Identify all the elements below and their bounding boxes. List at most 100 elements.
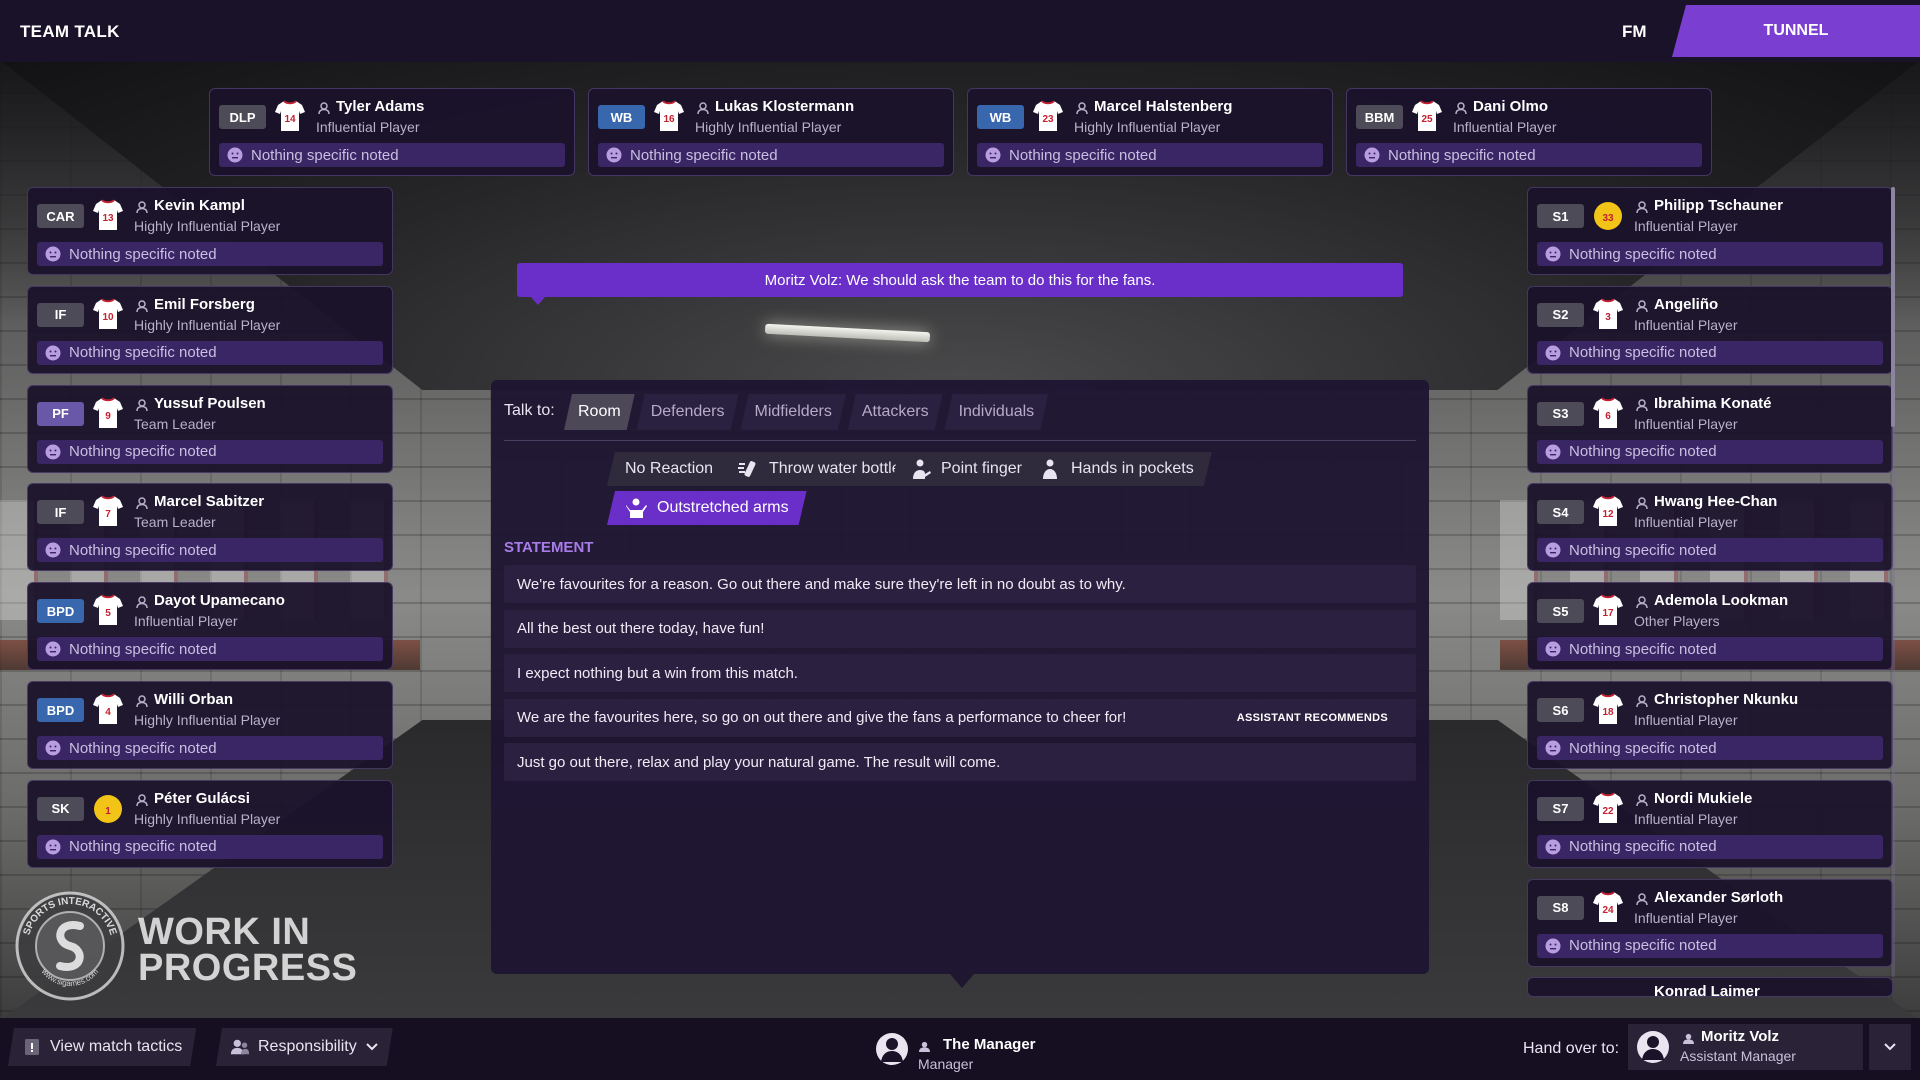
player-card[interactable]: BBM 25 Dani Olmo Influential Player Nothing … <box>1346 88 1712 176</box>
gesture-hands-in-pockets-button[interactable]: Hands in pockets <box>1021 452 1212 486</box>
gesture-point-finger-button[interactable]: Point finger <box>891 452 1040 486</box>
player-card[interactable]: PF 9 Yussuf Poulsen Team Leader Nothing spec… <box>27 384 393 473</box>
tab-defenders[interactable]: Defenders <box>637 394 739 430</box>
statement-option[interactable]: We're favourites for a reason. Go out th… <box>504 565 1416 603</box>
player-card[interactable]: WB 23 Marcel Halstenberg Highly Influential… <box>967 88 1333 176</box>
player-card[interactable]: S2 3 Angeliño Influential Player Nothing spe… <box>1527 285 1893 374</box>
responsibility-dropdown[interactable]: Responsibility <box>216 1028 393 1066</box>
player-card[interactable]: BPD 4 Willi Orban Highly Influential Player… <box>27 681 393 769</box>
person-icon <box>1636 300 1648 312</box>
shirt-number: 18 <box>1602 707 1614 718</box>
shirt: 10 <box>92 297 124 331</box>
neutral-face-icon <box>45 839 61 855</box>
person-icon <box>1636 892 1648 905</box>
player-card[interactable]: CAR 13 Kevin Kampl Highly Influential Playe… <box>27 187 393 275</box>
tab-individuals[interactable]: Individuals <box>945 394 1049 430</box>
person-icon <box>1636 596 1648 609</box>
player-influence: Influential Player <box>1634 316 1738 333</box>
shirt-number: 24 <box>1602 905 1614 916</box>
shirt: 7 <box>92 494 124 528</box>
shirt-icon: 4 <box>93 693 123 724</box>
neutral-face-icon <box>45 345 61 361</box>
person-icon <box>136 596 148 609</box>
shirt-number: 22 <box>1602 806 1614 817</box>
player-card[interactable]: IF 10 Emil Forsberg Highly Influential Play… <box>27 285 393 374</box>
tab-attackers[interactable]: Attackers <box>848 394 943 430</box>
gesture-label: Hands in pockets <box>1071 460 1194 477</box>
player-card[interactable]: S7 22 Nordi Mukiele Influential Player Nothi… <box>1527 779 1893 868</box>
player-reaction: Nothing specific noted <box>37 637 383 662</box>
gesture-throw-water-bottle-button[interactable]: Throw water bottle <box>719 452 919 486</box>
player-name: Lukas Klostermann <box>715 98 855 115</box>
tab-midfielders[interactable]: Midfielders <box>741 394 846 430</box>
player-card[interactable]: S3 6 Ibrahima Konaté Influential Player Noth… <box>1527 384 1893 473</box>
assistant-advice-banner: Moritz Volz: We should ask the team to d… <box>517 263 1403 305</box>
shirt-number: 7 <box>105 509 111 520</box>
shirt: 12 <box>1592 494 1624 528</box>
gesture-no-reaction-button[interactable]: No Reaction <box>607 452 731 486</box>
statement-option[interactable]: Just go out there, relax and play your n… <box>504 743 1416 782</box>
player-influence: Team Leader <box>134 415 216 432</box>
watermark-line-2: PROGRESS <box>138 947 358 989</box>
fm-logo: FM <box>1622 22 1647 41</box>
player-card[interactable]: S8 24 Alexander Sørloth Influential Player N… <box>1527 878 1893 967</box>
statement-option[interactable]: We are the favourites here, so go on out… <box>504 698 1416 737</box>
watermark-line-1: WORK IN <box>138 911 311 953</box>
player-reaction: Nothing specific noted <box>1537 439 1883 464</box>
shirt-icon: 13 <box>93 199 123 230</box>
gesture-label: Throw water bottle <box>769 460 901 477</box>
player-card[interactable]: BPD 5 Dayot Upamecano Influential Player Not… <box>27 582 393 671</box>
gesture-label: Point finger <box>941 460 1022 477</box>
player-reaction: Nothing specific noted <box>1537 538 1883 563</box>
position-badge: S6 <box>1537 698 1584 722</box>
tunnel-button[interactable]: TUNNEL <box>1672 5 1920 57</box>
position-badge: SK <box>37 796 84 821</box>
player-card[interactable]: Konrad Laimer <box>1527 977 1893 998</box>
player-card[interactable]: WB 16 Lukas Klostermann Highly Influential … <box>588 88 954 176</box>
player-card[interactable]: SK 1 Péter Gulácsi Highly Influential Playe… <box>27 779 393 868</box>
sports-interactive-logo: SPORTS INTERACTIVE www.sigames.com <box>15 891 125 1001</box>
player-card[interactable]: DLP 14 Tyler Adams Influential Player Nothin… <box>209 88 575 176</box>
scrollbar-thumb[interactable] <box>1891 187 1895 427</box>
point-finger-icon <box>909 458 931 480</box>
player-influence: Influential Player <box>1634 909 1738 926</box>
player-card[interactable]: S6 18 Christopher Nkunku Influential Player… <box>1527 681 1893 769</box>
person-icon <box>1636 695 1648 707</box>
shirt-icon: 22 <box>1593 792 1623 823</box>
player-reaction: Nothing specific noted <box>1537 933 1883 958</box>
player-influence: Highly Influential Player <box>695 119 842 135</box>
player-reaction: Nothing specific noted <box>37 439 383 464</box>
hand-over-selector[interactable]: Moritz Volz Assistant Manager <box>1628 1024 1863 1070</box>
shirt-number: 25 <box>1421 114 1433 125</box>
reaction-text: Nothing specific noted <box>1569 640 1717 658</box>
player-reaction: Nothing specific noted <box>37 834 383 859</box>
position-badge: S5 <box>1537 599 1584 624</box>
statement-option[interactable]: I expect nothing but a win from this mat… <box>504 654 1416 693</box>
neutral-face-icon <box>1364 147 1380 163</box>
player-card[interactable]: IF 7 Marcel Sabitzer Team Leader Nothing spe… <box>27 483 393 572</box>
reaction-text: Nothing specific noted <box>69 640 217 658</box>
shirt: 33 <box>1592 198 1624 232</box>
shirt: 4 <box>92 692 124 726</box>
statement-text: All the best out there today, have fun! <box>517 620 765 638</box>
player-card[interactable]: S5 17 Ademola Lookman Other Players Nothing … <box>1527 582 1893 671</box>
shirt-icon: 12 <box>1593 495 1623 527</box>
shirt: 18 <box>1592 692 1624 726</box>
statement-option[interactable]: All the best out there today, have fun! <box>504 609 1416 648</box>
reaction-text: Nothing specific noted <box>69 838 217 856</box>
shirt-number: 10 <box>102 312 114 323</box>
player-card[interactable]: S1 33 Philipp Tschauner Influential Player N… <box>1527 187 1893 275</box>
shirt-number: 23 <box>1042 114 1054 125</box>
neutral-face-icon <box>45 444 61 460</box>
view-match-tactics-button[interactable]: View match tactics <box>8 1028 196 1066</box>
position-badge: S2 <box>1537 302 1584 327</box>
gesture-outstretched-arms-button[interactable]: Outstretched arms <box>607 491 807 525</box>
view-match-tactics-label: View match tactics <box>50 1038 183 1055</box>
tab-room[interactable]: Room <box>564 394 635 430</box>
shirt: 13 <box>92 198 124 232</box>
neutral-face-icon <box>227 147 243 163</box>
substitutes-scrollbar[interactable] <box>1891 187 1895 977</box>
hands-pockets-icon <box>1039 458 1061 480</box>
hand-over-dropdown-button[interactable] <box>1869 1024 1911 1070</box>
player-card[interactable]: S4 12 Hwang Hee-Chan Influential Player Noth… <box>1527 483 1893 572</box>
